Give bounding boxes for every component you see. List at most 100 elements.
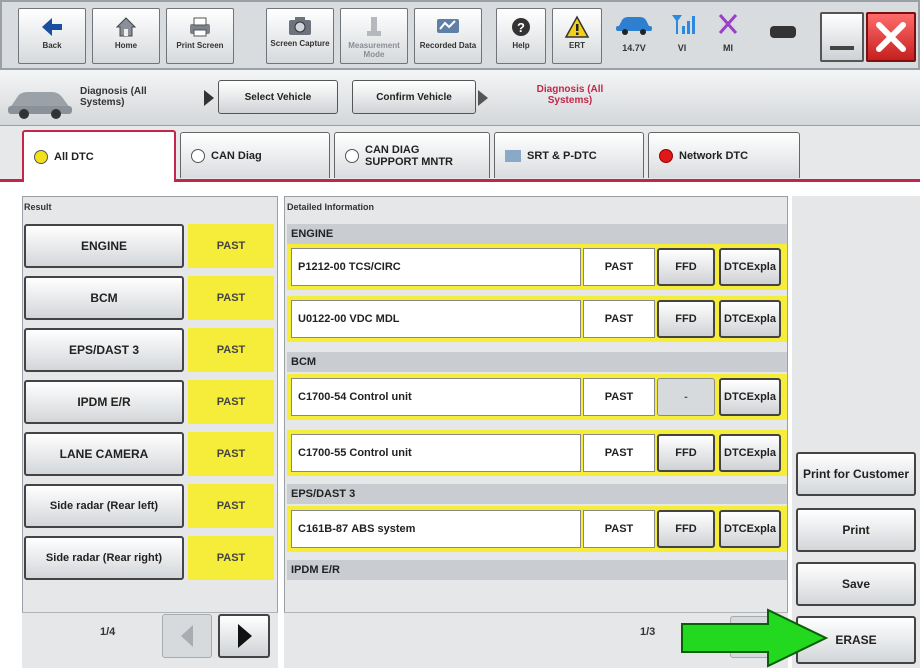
tab-all-dtc[interactable]: All DTC	[22, 130, 176, 182]
tab-can-diag[interactable]: CAN Diag	[180, 132, 330, 178]
recorded-data-button[interactable]: Recorded Data	[414, 8, 482, 64]
print-for-customer-button[interactable]: Print for Customer	[796, 452, 916, 496]
radio-icon	[191, 148, 205, 163]
system-button-side-radar-rear-left[interactable]: Side radar (Rear left)	[24, 484, 184, 528]
dtc-explanation-button[interactable]: DTC Expla	[719, 378, 781, 416]
dtc-status: PAST	[583, 378, 655, 416]
ffd-button[interactable]: FFD	[657, 248, 715, 286]
warning-icon	[564, 15, 590, 38]
dtc-explanation-button[interactable]: DTC Expla	[719, 248, 781, 286]
group-header-engine: ENGINE	[287, 224, 787, 244]
dtc-description: Control unit	[349, 447, 412, 459]
system-button-bcm[interactable]: BCM	[24, 276, 184, 320]
system-status-side-radar-rear-left: PAST	[188, 484, 274, 528]
home-button[interactable]: Home	[92, 8, 160, 64]
breadcrumb-arrow-icon	[478, 90, 488, 106]
help-button[interactable]: ? Help	[496, 8, 546, 64]
mi-status: MI	[706, 12, 750, 64]
dtc-row: C1700-55 Control unit PAST FFD DTC Expla	[287, 430, 787, 476]
dtc-explanation-button[interactable]: DTC Expla	[719, 300, 781, 338]
dtc-code-cell: C1700-54 Control unit	[291, 378, 581, 416]
help-label: Help	[512, 41, 530, 50]
detail-header: Detailed Information	[287, 202, 375, 212]
print-screen-button[interactable]: Print Screen	[166, 8, 234, 64]
dtc-button-label: DTC	[724, 447, 747, 459]
measurement-mode-button[interactable]: Measurement Mode	[340, 8, 408, 64]
next-page-button[interactable]	[218, 614, 270, 658]
save-button[interactable]: Save	[796, 562, 916, 606]
ffd-empty-cell: -	[657, 378, 715, 416]
system-status-eps-dast3: PAST	[188, 328, 274, 372]
tab-can-diag-label: CAN Diag	[211, 149, 262, 162]
close-icon	[876, 22, 906, 52]
tab-srt-p-dtc[interactable]: SRT & P-DTC	[494, 132, 644, 178]
system-status-ipdm-er: PAST	[188, 380, 274, 424]
ffd-button[interactable]: FFD	[657, 300, 715, 338]
minimize-icon	[830, 46, 854, 50]
measurement-mode-label: Measurement Mode	[348, 41, 400, 59]
print-button[interactable]: Print	[796, 508, 916, 552]
group-header-bcm: BCM	[287, 352, 787, 372]
ffd-button[interactable]: FFD	[657, 434, 715, 472]
group-header-ipdm-er: IPDM E/R	[287, 560, 787, 580]
dtc-explanation-button[interactable]: DTC Expla	[719, 434, 781, 472]
dtc-explanation-button[interactable]: DTC Expla	[719, 510, 781, 548]
system-button-side-radar-rear-right[interactable]: Side radar (Rear right)	[24, 536, 184, 580]
dtc-button-label: DTC	[724, 313, 747, 325]
home-icon	[115, 17, 137, 37]
prev-page-button[interactable]	[162, 614, 212, 658]
system-button-engine[interactable]: ENGINE	[24, 224, 184, 268]
system-button-ipdm-er[interactable]: IPDM E/R	[24, 380, 184, 424]
select-vehicle-button[interactable]: Select Vehicle	[218, 80, 338, 114]
tab-can-diag-support-label: CAN DIAG SUPPORT MNTR	[365, 143, 453, 168]
back-button[interactable]: Back	[18, 8, 86, 64]
dtc-code-cell: C161B-87 ABS system	[291, 510, 581, 548]
result-page-indicator: 1/4	[100, 626, 116, 638]
diagnosis-car-icon	[6, 80, 76, 120]
dtc-description: VDC MDL	[349, 313, 400, 325]
measurement-icon	[367, 17, 381, 36]
dtc-status: PAST	[583, 248, 655, 286]
expla-button-label: Expla	[746, 261, 776, 273]
screen-capture-label: Screen Capture	[270, 39, 330, 48]
minimize-button[interactable]	[820, 12, 864, 62]
breadcrumb-arrow-icon	[204, 90, 214, 106]
srt-icon	[505, 149, 521, 162]
result-header: Result	[24, 202, 52, 212]
ert-label: ERT	[569, 41, 585, 50]
tab-all-dtc-label: All DTC	[54, 151, 94, 163]
dtc-code: U0122-00	[298, 313, 347, 325]
dtc-row: P1212-00 TCS/CIRC PAST FFD DTC Expla	[287, 244, 787, 290]
dtc-description: Control unit	[349, 391, 412, 403]
close-button[interactable]	[866, 12, 916, 62]
dtc-row: C161B-87 ABS system PAST FFD DTC Expla	[287, 506, 787, 552]
dtc-code: P1212-00	[298, 261, 346, 273]
triangle-left-icon	[181, 625, 193, 647]
ert-button[interactable]: ERT	[552, 8, 602, 64]
confirm-vehicle-button[interactable]: Confirm Vehicle	[352, 80, 476, 114]
dtc-row: C1700-54 Control unit PAST - DTC Expla	[287, 374, 787, 420]
dtc-status: PAST	[583, 300, 655, 338]
signal-icon	[672, 15, 695, 34]
tab-network-dtc-label: Network DTC	[679, 149, 749, 162]
system-button-lane-camera[interactable]: LANE CAMERA	[24, 432, 184, 476]
breadcrumb-current-step: Diagnosis (All Systems)	[536, 84, 604, 106]
screen-capture-button[interactable]: Screen Capture	[266, 8, 334, 64]
dtc-code: C1700-54	[298, 391, 347, 403]
system-status-side-radar-rear-right: PAST	[188, 536, 274, 580]
radio-icon	[345, 148, 359, 163]
dtc-row: U0122-00 VDC MDL PAST FFD DTC Expla	[287, 296, 787, 342]
recorded-data-label: Recorded Data	[419, 41, 477, 50]
tab-network-dtc[interactable]: Network DTC	[648, 132, 800, 178]
mi-label: MI	[723, 43, 733, 53]
system-status-engine: PAST	[188, 224, 274, 268]
radio-selected-icon	[34, 150, 48, 164]
system-button-eps-dast3[interactable]: EPS/DAST 3	[24, 328, 184, 372]
dtc-status: PAST	[583, 434, 655, 472]
tab-can-diag-support-mntr[interactable]: CAN DIAG SUPPORT MNTR	[334, 132, 490, 178]
recorded-data-icon	[437, 19, 459, 33]
group-header-eps-dast3: EPS/DAST 3	[287, 484, 787, 504]
ffd-button[interactable]: FFD	[657, 510, 715, 548]
system-status-lane-camera: PAST	[188, 432, 274, 476]
dtc-code: C161B-87	[298, 523, 349, 535]
